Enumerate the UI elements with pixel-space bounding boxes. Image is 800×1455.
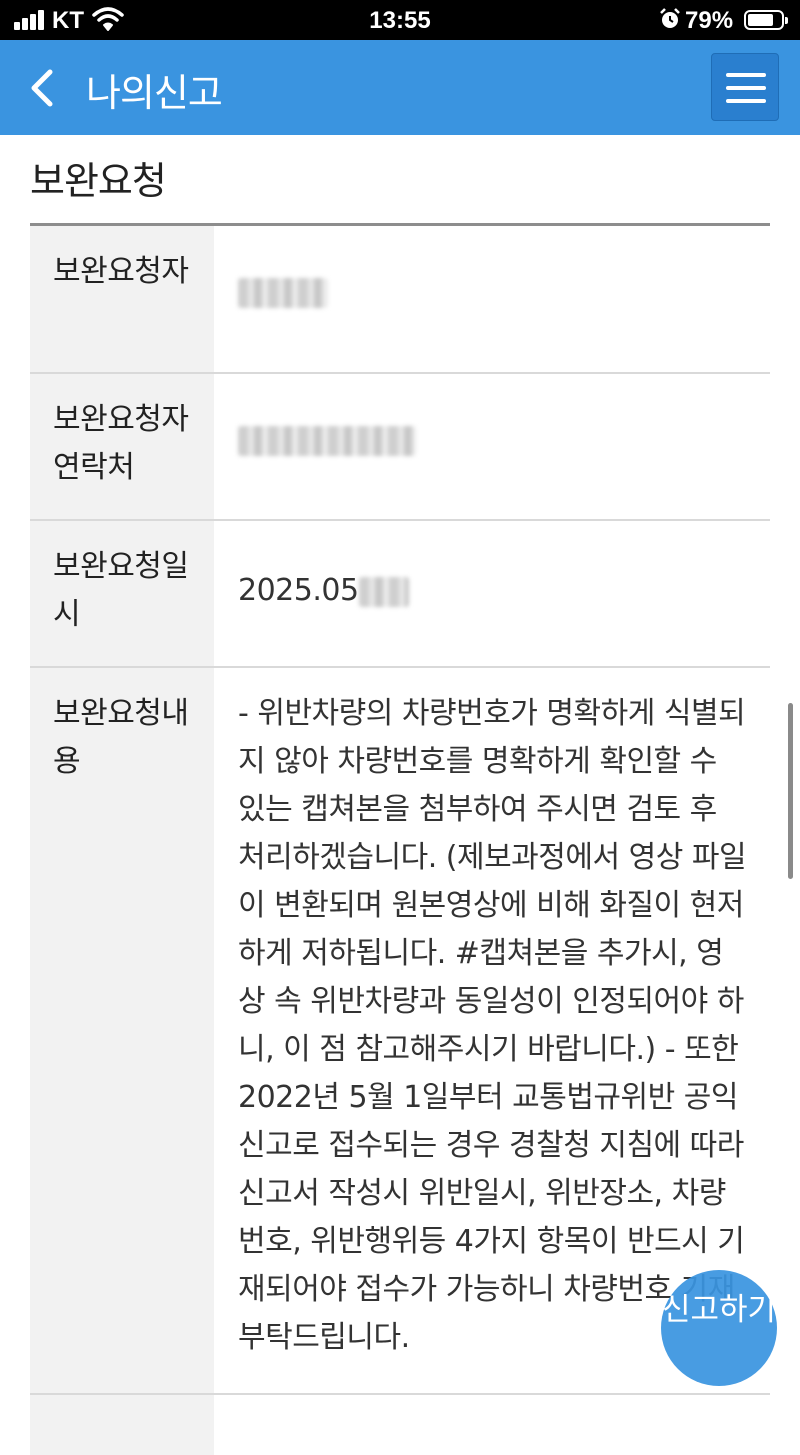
contact-label: 보완요청자 연락처 — [30, 374, 214, 519]
table-row: 보완요청일시 2025.05 — [30, 521, 770, 668]
contact-value — [214, 374, 770, 519]
datetime-text: 2025.05 — [238, 573, 359, 608]
details-table: 보완요청자 보완요청자 연락처 보완요청일시 2025.05 보완요청내용 - … — [30, 226, 770, 1455]
alarm-icon — [660, 8, 680, 28]
battery-icon — [744, 10, 788, 30]
datetime-label: 보완요청일시 — [30, 521, 214, 666]
page-title: 나의신고 — [86, 71, 223, 115]
table-row: 보완요청내용 - 위반차량의 차량번호가 명확하게 식별되지 않아 차량번호를 … — [30, 668, 770, 1395]
back-chevron-icon[interactable] — [20, 64, 68, 112]
report-fab-button[interactable]: 신고하기 — [661, 1270, 777, 1386]
scrollbar[interactable] — [788, 703, 793, 879]
redacted-requester — [238, 278, 328, 308]
table-row — [30, 1395, 770, 1455]
datetime-value: 2025.05 — [214, 521, 770, 666]
battery-level-fill — [748, 14, 773, 26]
battery-percent: 79% — [685, 7, 734, 34]
requester-label: 보완요청자 — [30, 226, 214, 372]
redacted-datetime — [358, 576, 409, 607]
content-label: 보완요청내용 — [30, 668, 214, 1393]
hamburger-menu-icon[interactable] — [711, 53, 779, 121]
app-header: 나의신고 — [0, 40, 800, 135]
table-row: 보완요청자 연락처 — [30, 374, 770, 521]
section-title: 보완요청 — [30, 159, 167, 203]
next-row-value — [214, 1395, 770, 1455]
table-row: 보완요청자 — [30, 226, 770, 374]
requester-value — [214, 226, 770, 372]
redacted-contact — [238, 426, 416, 456]
status-bar: KT 13:55 79% — [0, 0, 800, 40]
next-row-label — [30, 1395, 214, 1455]
